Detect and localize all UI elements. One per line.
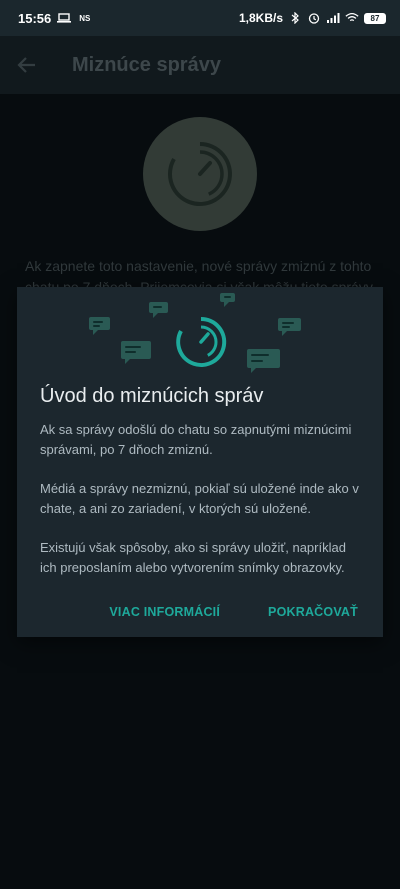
signal-icon: [327, 13, 340, 23]
chat-bubble-icon: [89, 317, 110, 335]
chat-bubble-icon: [278, 318, 301, 336]
chat-bubble-icon: [121, 341, 151, 364]
chat-bubble-icon: [220, 293, 235, 307]
dialog-illustration: [17, 287, 383, 387]
dialog-body: Ak sa správy odošlú do chatu so zapnutým…: [40, 420, 365, 597]
more-info-button[interactable]: VIAC INFORMÁCIÍ: [109, 605, 220, 619]
status-time: 15:56: [18, 10, 52, 26]
laptop-icon: [57, 13, 72, 23]
timer-icon: [176, 316, 227, 367]
intro-dialog: Úvod do miznúcich správ Ak sa správy odo…: [17, 287, 383, 637]
battery-icon: 87: [364, 12, 386, 24]
net-speed: 1,8KB/s: [238, 11, 283, 25]
chat-bubble-icon: [247, 349, 280, 373]
dialog-paragraph: Existujú však spôsoby, ako si správy ulo…: [40, 540, 346, 575]
wifi-icon: [345, 12, 359, 22]
dialog-title: Úvod do miznúcich správ: [40, 385, 264, 407]
ns-label: NS: [79, 13, 91, 23]
dialog-paragraph: Médiá a správy nezmiznú, pokiaľ sú ulože…: [40, 481, 359, 516]
dialog-actions: VIAC INFORMÁCIÍ POKRAČOVAŤ: [109, 605, 358, 619]
chat-bubble-icon: [149, 302, 168, 318]
alarm-icon: [308, 13, 320, 24]
continue-button[interactable]: POKRAČOVAŤ: [268, 605, 358, 619]
status-bar: 15:56 NS 1,8KB/s 87: [0, 0, 400, 36]
bluetooth-icon: [291, 12, 299, 24]
dialog-paragraph: Ak sa správy odošlú do chatu so zapnutým…: [40, 422, 352, 457]
